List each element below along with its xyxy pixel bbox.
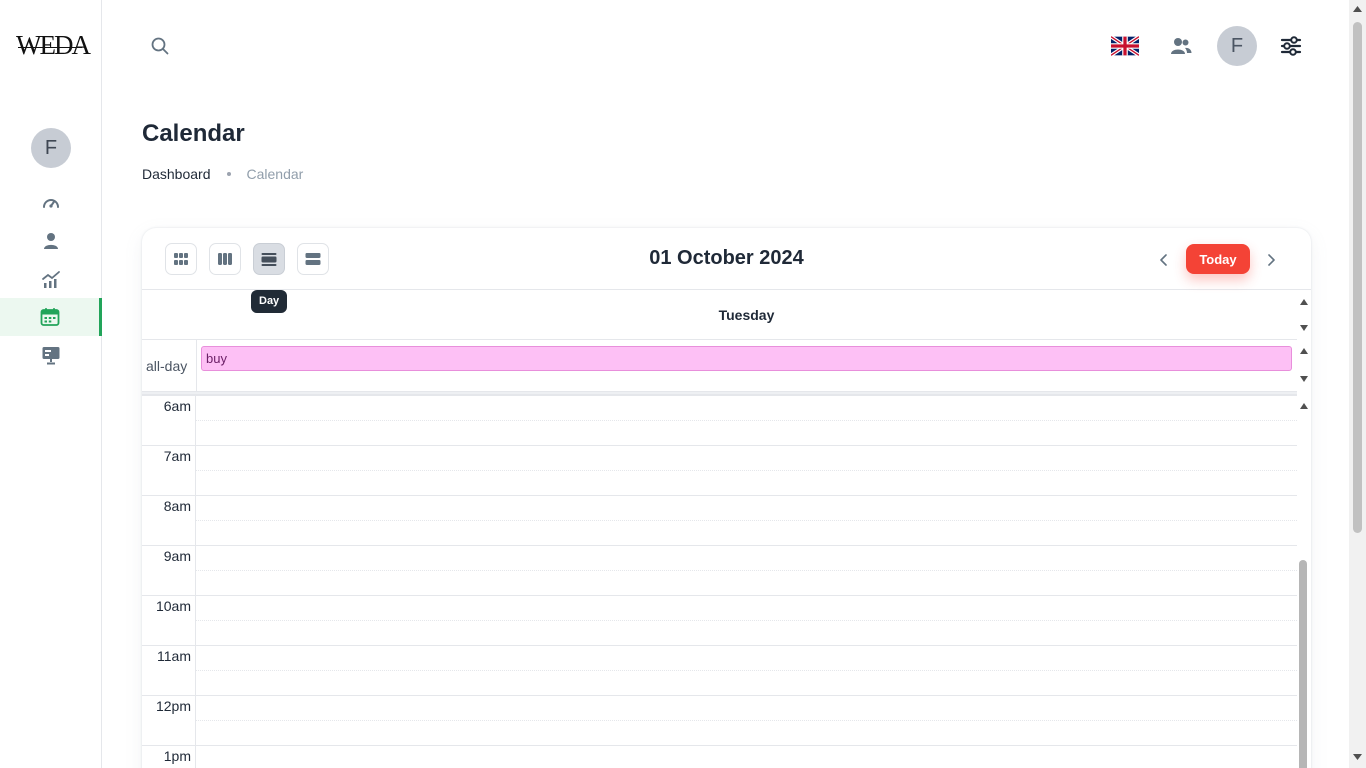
scroll-up-icon[interactable] [1353, 6, 1362, 12]
allday-label: all-day [146, 358, 188, 374]
breadcrumb-current: Calendar [246, 166, 304, 182]
sidebar-item-dashboard[interactable] [0, 184, 102, 222]
uk-flag-icon[interactable] [1111, 35, 1139, 57]
presentation-icon [42, 347, 60, 365]
columns-icon [218, 253, 232, 265]
sidebar-item-calendar[interactable] [0, 298, 102, 336]
sidebar-item-analytics[interactable] [0, 260, 102, 298]
view-tooltip: Day [251, 290, 288, 313]
people-icon[interactable] [1170, 36, 1192, 56]
chart-icon [42, 271, 60, 288]
time-label: 6am [163, 398, 191, 414]
view-month-button[interactable] [165, 243, 197, 275]
logo-text: WEDA [16, 30, 91, 60]
app: WEDA F F Calendar Dashboard Calendar 01 … [0, 0, 1366, 768]
time-label: 11am [157, 648, 191, 664]
time-grid-scrollbar[interactable] [1299, 560, 1307, 768]
view-week-button[interactable] [209, 243, 241, 275]
breadcrumb: Dashboard Calendar [142, 166, 303, 182]
speedometer-icon [43, 199, 59, 208]
sidebar-item-kanban[interactable] [0, 336, 102, 374]
scroll-down-icon[interactable] [1300, 376, 1308, 382]
scroll-down-icon[interactable] [1353, 754, 1362, 760]
day-name: Tuesday [718, 307, 775, 323]
time-label: 1pm [163, 748, 191, 764]
sliders-icon[interactable] [1280, 35, 1302, 57]
user-icon [44, 233, 58, 249]
calendar-icon [40, 308, 59, 326]
event-title: buy [206, 351, 227, 366]
today-button[interactable]: Today [1186, 244, 1250, 274]
day-rows-icon [261, 253, 277, 266]
calendar-current-date: 01 October 2024 [649, 247, 804, 269]
logo[interactable]: WEDA [16, 30, 91, 60]
time-label: 9am [163, 548, 191, 564]
sidebar-avatar-initial: F [44, 136, 58, 159]
list-icon [305, 253, 321, 265]
sidebar-avatar[interactable]: F [31, 128, 71, 168]
allday-row: all-day buy [142, 340, 1297, 392]
chevron-left-icon[interactable] [1154, 250, 1174, 270]
time-label: 8am [163, 498, 191, 514]
calendar-card: 01 October 2024 Today Tuesday all-day bu… [142, 228, 1311, 768]
account-avatar-initial: F [1230, 34, 1244, 57]
view-agenda-button[interactable] [297, 243, 329, 275]
account-avatar[interactable]: F [1217, 26, 1257, 66]
page-title: Calendar [142, 120, 245, 147]
sidebar-item-user[interactable] [0, 222, 102, 260]
scroll-up-icon[interactable] [1300, 299, 1308, 305]
window-scrollbar[interactable] [1349, 0, 1366, 768]
search-icon[interactable] [150, 36, 170, 56]
breadcrumb-dashboard-link[interactable]: Dashboard [142, 166, 211, 182]
breadcrumb-separator [226, 172, 231, 176]
sidebar: WEDA F [0, 0, 102, 768]
window-scrollbar-thumb[interactable] [1353, 22, 1362, 533]
time-grid[interactable]: 6am 7am 8am 9am 10am 11am 12pm 1pm [142, 395, 1297, 768]
day-header: Tuesday [142, 290, 1297, 340]
view-day-button[interactable] [253, 243, 285, 275]
scroll-up-icon[interactable] [1300, 403, 1308, 409]
allday-event[interactable]: buy [201, 346, 1292, 371]
time-label: 7am [163, 448, 191, 464]
time-label: 12pm [155, 698, 191, 714]
chevron-right-icon[interactable] [1261, 250, 1281, 270]
scroll-down-icon[interactable] [1300, 325, 1308, 331]
time-label: 10am [155, 598, 191, 614]
calendar-toolbar: 01 October 2024 Today [142, 228, 1311, 290]
scroll-up-icon[interactable] [1300, 348, 1308, 354]
grid-icon [174, 253, 188, 265]
